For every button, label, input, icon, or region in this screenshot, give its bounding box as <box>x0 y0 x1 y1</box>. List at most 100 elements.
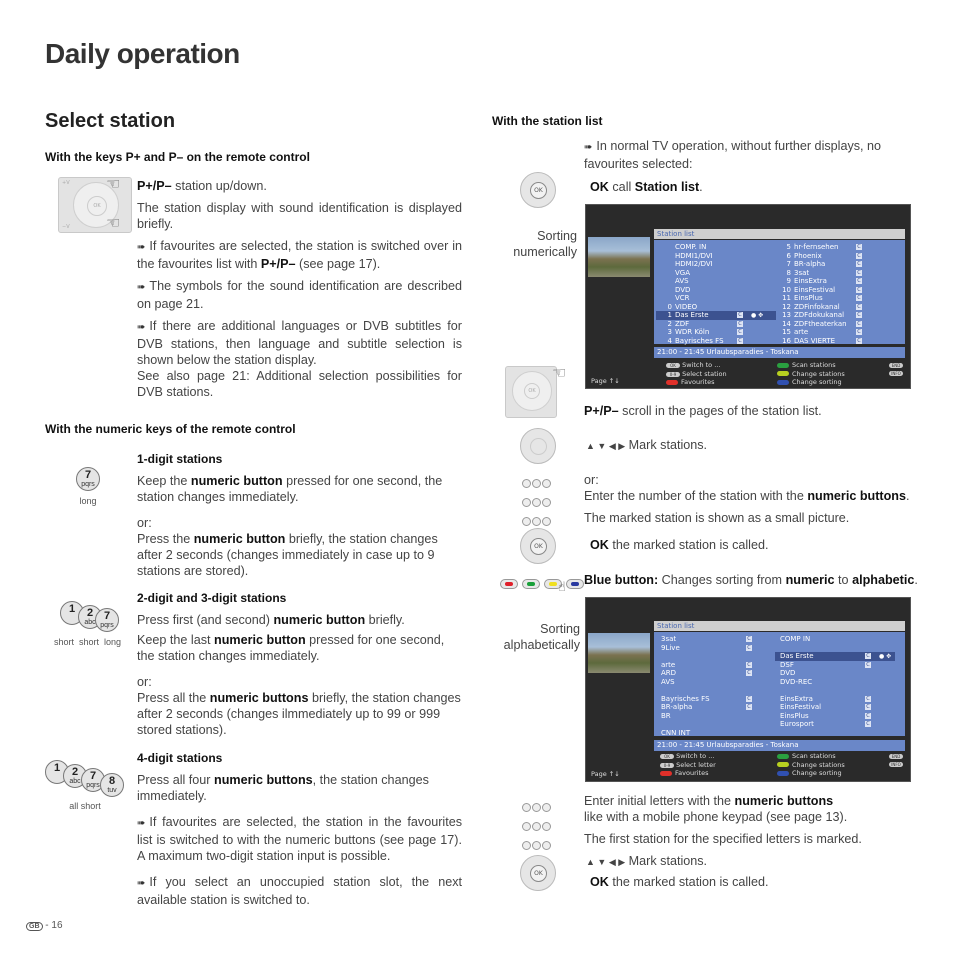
footer-left: OK Switch to ... 0-9 Select station Favo… <box>666 361 727 387</box>
station-list-item[interactable]: BR-alpha C <box>656 703 776 712</box>
station-list-item[interactable]: COMP. IN <box>656 243 776 252</box>
station-name: AVS <box>661 677 675 686</box>
page-number: GB - 16 <box>26 920 63 931</box>
station-list-item[interactable]: DSF C <box>775 661 895 670</box>
station-list-item[interactable]: COMP IN <box>775 635 895 644</box>
t: . <box>905 489 910 503</box>
station-number: 12 <box>782 302 791 311</box>
favourites-two-digit-note: If favourites are selected, the station … <box>137 814 462 864</box>
station-name: DVD-REC <box>780 677 813 686</box>
station-list-item[interactable]: CNN INT <box>656 729 776 738</box>
pp-text: station up/down. <box>171 179 267 193</box>
keys-heading: With the keys P+ and P– on the remote co… <box>45 150 310 164</box>
station-list-item[interactable]: HDMI1/DVI <box>656 252 776 261</box>
station-list-item[interactable]: 11 EinsPlus C <box>775 294 895 303</box>
station-list-item[interactable] <box>656 686 776 695</box>
station-list-item[interactable]: EinsPlus C <box>775 712 895 721</box>
key-icon <box>542 841 551 850</box>
station-list-item[interactable]: 13 ZDFdokukanal C <box>775 311 895 320</box>
station-list-item[interactable]: DVD-REC <box>775 678 895 687</box>
station-list-item[interactable]: 10 EinsFestival C <box>775 286 895 295</box>
t: Enter initial letters with the <box>584 794 735 808</box>
station-list-item[interactable]: BR <box>656 712 776 721</box>
t: Enter the number of the station with the <box>584 489 808 503</box>
ok-called-line: OK the marked station is called. <box>590 537 769 553</box>
station-name: Das Erste <box>780 652 814 660</box>
green-button-icon <box>522 579 540 589</box>
mark-stations-line: ▲ ▼ ◀ ▶ Mark stations. <box>586 853 707 870</box>
station-name: HDMI1/DVI <box>675 251 713 260</box>
station-name: DVD <box>675 285 691 294</box>
station-list-item[interactable]: Bayrisches FS C <box>656 695 776 704</box>
favourites-hint: Favourites <box>660 769 716 778</box>
station-list-item[interactable] <box>775 644 895 653</box>
t: OK <box>590 875 609 889</box>
station-list-item[interactable]: DVD <box>775 669 895 678</box>
change-sorting-hint: Change sorting <box>777 378 845 387</box>
t: Station list <box>634 180 700 194</box>
info-key-icon: INFO <box>889 371 903 376</box>
station-list-item[interactable]: 8 3sat C <box>775 269 895 278</box>
red-key-icon <box>666 379 678 385</box>
station-number: 4 <box>667 336 672 345</box>
station-list-item[interactable]: arte C <box>656 661 776 670</box>
t: scroll in the pages of the station list. <box>618 404 822 418</box>
station-list-item[interactable]: 16 DAS VIERTE C <box>775 337 895 346</box>
station-list-item[interactable]: AVS <box>656 678 776 687</box>
station-list-item[interactable]: Das Erste C ● ✥ <box>775 652 895 661</box>
station-list-item[interactable] <box>656 652 776 661</box>
station-list-item[interactable]: 7 BR-alpha C <box>775 260 895 269</box>
station-list-item[interactable]: 12 ZDFinfokanal C <box>775 303 895 312</box>
station-name: EinsPlus <box>794 294 823 302</box>
sorting-numerically-label: Sorting numerically <box>513 229 577 259</box>
page-indicator: Page ↑↓ <box>591 770 620 778</box>
station-name: EinsExtra <box>794 277 827 285</box>
station-list-item[interactable]: AVS <box>656 277 776 286</box>
ci-module-icon: C <box>865 653 871 659</box>
station-list-item[interactable] <box>775 729 895 738</box>
station-list-item[interactable]: 9 EinsExtra C <box>775 277 895 286</box>
station-list-item[interactable]: EinsExtra C <box>775 695 895 704</box>
end-key-icon: END <box>889 363 903 368</box>
station-list-item[interactable]: 9Live C <box>656 644 776 653</box>
scan-hint: Scan stations <box>777 752 845 761</box>
station-list-item[interactable]: VGA <box>656 269 776 278</box>
station-list-item[interactable]: 14 ZDFtheaterkan C <box>775 320 895 329</box>
station-list-item[interactable]: 5 hr-fernsehen C <box>775 243 895 252</box>
station-list-item[interactable] <box>775 686 895 695</box>
volume-plus-icon: +V <box>62 180 70 186</box>
station-name: BR-alpha <box>794 260 826 268</box>
station-list-item[interactable]: 6 Phoenix C <box>775 252 895 261</box>
t: Scan stations <box>792 361 836 369</box>
station-number: 0 <box>667 302 672 311</box>
station-list-item[interactable] <box>656 720 776 729</box>
ci-module-icon: C <box>746 704 752 710</box>
station-name: Eurosport <box>780 720 814 728</box>
station-list-item[interactable]: Eurosport C <box>775 720 895 729</box>
station-list-item[interactable]: VCR <box>656 294 776 303</box>
station-list-item[interactable]: 4 Bayrisches FS C <box>656 337 776 346</box>
station-list-item[interactable]: EinsFestival C <box>775 703 895 712</box>
station-list-item[interactable]: HDMI2/DVI <box>656 260 776 269</box>
station-list-item[interactable]: ARD C <box>656 669 776 678</box>
station-list-item[interactable]: DVD <box>656 286 776 295</box>
ci-module-icon: C <box>856 261 862 267</box>
station-list-item[interactable]: 2 ZDF C <box>656 320 776 329</box>
station-number: 2 <box>667 319 672 328</box>
station-list-item[interactable]: 1 Das Erste C ● ✥ <box>656 311 776 320</box>
switch-to-hint: OK Switch to ... <box>660 752 716 761</box>
station-list-item[interactable]: 3sat C <box>656 635 776 644</box>
t: numeric button <box>214 633 306 647</box>
station-name: hr-fernsehen <box>794 243 839 251</box>
station-name: VCR <box>675 294 690 302</box>
key-icon <box>532 822 541 831</box>
ci-module-icon: C <box>865 721 871 727</box>
t: OK <box>590 180 609 194</box>
ok-navigate-icon: ● ✥ <box>751 312 764 319</box>
key-icon <box>542 479 551 488</box>
pointing-hand-icon: ☝ <box>558 580 566 595</box>
station-list-item[interactable]: 0 VIDEO <box>656 303 776 312</box>
four-digit-text: Press all four numeric buttons, the stat… <box>137 772 462 804</box>
station-list-item[interactable]: 15 arte C <box>775 328 895 337</box>
station-list-item[interactable]: 3 WDR Köln C <box>656 328 776 337</box>
